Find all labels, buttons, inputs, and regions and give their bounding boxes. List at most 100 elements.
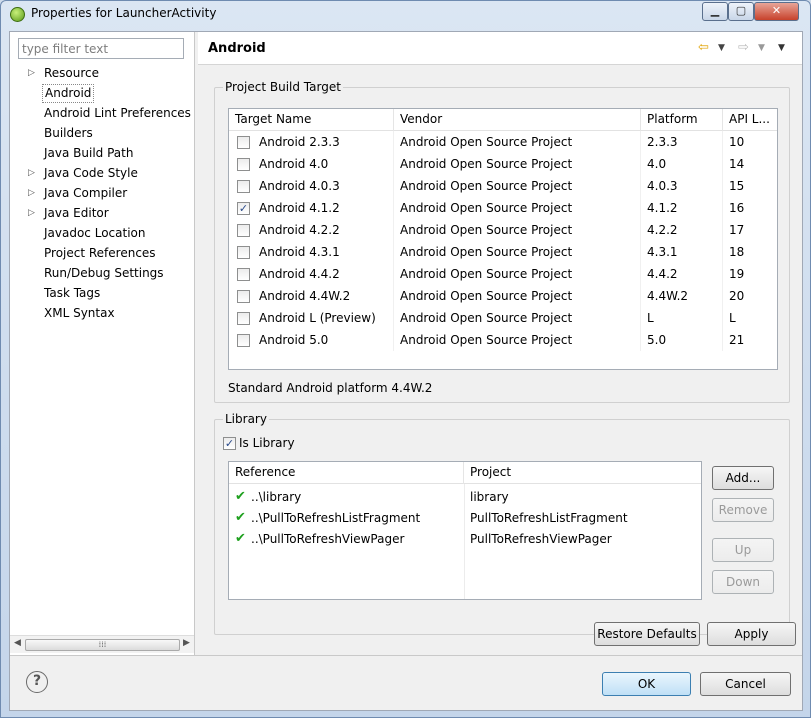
tree-item-java-editor[interactable]: ▷ Java Editor	[10, 204, 195, 224]
view-menu-icon[interactable]: ▼	[778, 43, 785, 53]
column-header-vendor[interactable]: Vendor	[394, 109, 641, 131]
remove-library-button[interactable]: Remove	[712, 498, 774, 522]
tree-item-label[interactable]: Project References	[42, 244, 158, 263]
tree-item-label[interactable]: Run/Debug Settings	[42, 264, 166, 283]
tree-item-label[interactable]: Java Code Style	[42, 164, 140, 183]
cancel-button[interactable]: Cancel	[700, 672, 791, 696]
target-checkbox[interactable]	[237, 268, 250, 281]
target-checkbox[interactable]	[237, 246, 250, 259]
tree-item-label[interactable]: Java Build Path	[42, 144, 135, 163]
tree-item-xml-syntax[interactable]: XML Syntax	[10, 304, 195, 324]
expand-arrow-icon[interactable]: ▷	[28, 64, 35, 83]
expand-arrow-icon[interactable]: ▷	[28, 164, 35, 183]
table-row[interactable]: ✓ Android 4.1.2 Android Open Source Projec…	[229, 197, 777, 219]
table-row[interactable]: Android 4.0.3 Android Open Source Project…	[229, 175, 777, 197]
tree-item-resource[interactable]: ▷ Resource	[10, 64, 195, 84]
target-name: Android 4.1.2	[259, 201, 340, 215]
column-header-project[interactable]: Project	[464, 462, 701, 484]
is-library-check-icon[interactable]: ✓	[223, 437, 236, 450]
column-header-target-name[interactable]: Target Name	[229, 109, 394, 131]
ok-button[interactable]: OK	[602, 672, 691, 696]
filter-input[interactable]	[18, 38, 184, 59]
target-checkbox[interactable]	[237, 334, 250, 347]
table-row[interactable]: Android 4.0 Android Open Source Project 4.…	[229, 153, 777, 175]
maximize-button[interactable]: ▢	[728, 2, 754, 21]
table-row[interactable]: ✔ ..\PullToRefreshViewPager PullToRefreshV…	[229, 528, 701, 549]
build-target-table: Target Name Vendor Platform API L... And…	[228, 108, 778, 370]
tree-item-label[interactable]: Builders	[42, 124, 95, 143]
column-header-api-level[interactable]: API L...	[723, 109, 777, 131]
table-row[interactable]: Android 2.3.3 Android Open Source Project…	[229, 131, 777, 153]
tree-item-label[interactable]: Task Tags	[42, 284, 102, 303]
tree-horizontal-scrollbar[interactable]: ◀ ⁞⁞⁞ ▶	[10, 635, 194, 653]
tree-item-java-compiler[interactable]: ▷ Java Compiler	[10, 184, 195, 204]
move-up-button[interactable]: Up	[712, 538, 774, 562]
target-name: Android 4.2.2	[259, 223, 340, 237]
tree-item-task-tags[interactable]: Task Tags	[10, 284, 195, 304]
reference-path: ..\library	[251, 490, 302, 504]
cell-vendor: Android Open Source Project	[394, 329, 641, 351]
column-header-reference[interactable]: Reference	[229, 462, 464, 484]
target-checkbox[interactable]	[237, 158, 250, 171]
tree-item-java-code-style[interactable]: ▷ Java Code Style	[10, 164, 195, 184]
target-name: Android 5.0	[259, 333, 329, 347]
build-target-group-label: Project Build Target	[223, 80, 343, 94]
forward-dropdown-icon[interactable]: ▼	[758, 43, 765, 53]
target-checkbox[interactable]	[237, 224, 250, 237]
target-checkbox[interactable]	[237, 136, 250, 149]
tree-item-builders[interactable]: Builders	[10, 124, 195, 144]
cell-reference: ✔ ..\PullToRefreshViewPager	[229, 528, 464, 550]
add-library-button[interactable]: Add...	[712, 466, 774, 490]
tree-item-label[interactable]: Android	[42, 84, 95, 103]
tree-item-label[interactable]: Resource	[42, 64, 101, 83]
table-row[interactable]: Android 5.0 Android Open Source Project 5.…	[229, 329, 777, 351]
tree-item-label[interactable]: Java Compiler	[42, 184, 129, 203]
apply-button[interactable]: Apply	[707, 622, 796, 646]
tree-item-label[interactable]: Javadoc Location	[42, 224, 147, 243]
cell-platform: 4.4.2	[641, 263, 723, 285]
app-icon	[10, 7, 25, 22]
scroll-left-icon[interactable]: ◀	[14, 638, 21, 648]
scroll-right-icon[interactable]: ▶	[183, 638, 190, 648]
cell-platform: L	[641, 307, 723, 329]
is-library-label[interactable]: Is Library	[239, 436, 295, 450]
expand-arrow-icon[interactable]: ▷	[28, 204, 35, 223]
minimize-button[interactable]: ▁	[702, 2, 728, 21]
tree-item-label[interactable]: Android Lint Preferences	[42, 104, 193, 123]
table-row[interactable]: ✔ ..\library library	[229, 486, 701, 507]
tree-item-javadoc-location[interactable]: Javadoc Location	[10, 224, 195, 244]
move-down-button[interactable]: Down	[712, 570, 774, 594]
target-checkbox[interactable]	[237, 312, 250, 325]
forward-arrow-icon[interactable]: ⇨	[738, 40, 749, 55]
table-row[interactable]: Android 4.4.2 Android Open Source Project…	[229, 263, 777, 285]
tree-item-android-lint-preferences[interactable]: Android Lint Preferences	[10, 104, 195, 124]
tree-item-java-build-path[interactable]: Java Build Path	[10, 144, 195, 164]
cell-platform: 4.1.2	[641, 197, 723, 219]
tree-item-label[interactable]: XML Syntax	[42, 304, 117, 323]
table-row[interactable]: Android L (Preview) Android Open Source P…	[229, 307, 777, 329]
tree-item-android[interactable]: Android	[10, 84, 195, 104]
tree-item-label[interactable]: Java Editor	[42, 204, 111, 223]
dialog-client: ▷ ResourceAndroidAndroid Lint Preferences…	[9, 31, 803, 711]
target-checkbox[interactable]	[237, 290, 250, 303]
reference-path: ..\PullToRefreshListFragment	[251, 511, 421, 525]
target-name: Android 2.3.3	[259, 135, 340, 149]
target-checkbox[interactable]: ✓	[237, 202, 250, 215]
table-row[interactable]: Android 4.2.2 Android Open Source Project…	[229, 219, 777, 241]
cell-platform: 4.0	[641, 153, 723, 175]
tree-item-run-debug-settings[interactable]: Run/Debug Settings	[10, 264, 195, 284]
cell-api: 16	[723, 197, 777, 219]
target-checkbox[interactable]	[237, 180, 250, 193]
help-icon[interactable]: ?	[26, 671, 48, 693]
scrollbar-thumb[interactable]: ⁞⁞⁞	[25, 639, 180, 651]
close-button[interactable]: ✕	[754, 2, 799, 21]
tree-item-project-references[interactable]: Project References	[10, 244, 195, 264]
back-arrow-icon[interactable]: ⇦	[698, 40, 709, 55]
table-row[interactable]: Android 4.4W.2 Android Open Source Projec…	[229, 285, 777, 307]
back-dropdown-icon[interactable]: ▼	[718, 43, 725, 53]
restore-defaults-button[interactable]: Restore Defaults	[594, 622, 700, 646]
table-row[interactable]: ✔ ..\PullToRefreshListFragment PullToRefre…	[229, 507, 701, 528]
expand-arrow-icon[interactable]: ▷	[28, 184, 35, 203]
column-header-platform[interactable]: Platform	[641, 109, 723, 131]
table-row[interactable]: Android 4.3.1 Android Open Source Project…	[229, 241, 777, 263]
